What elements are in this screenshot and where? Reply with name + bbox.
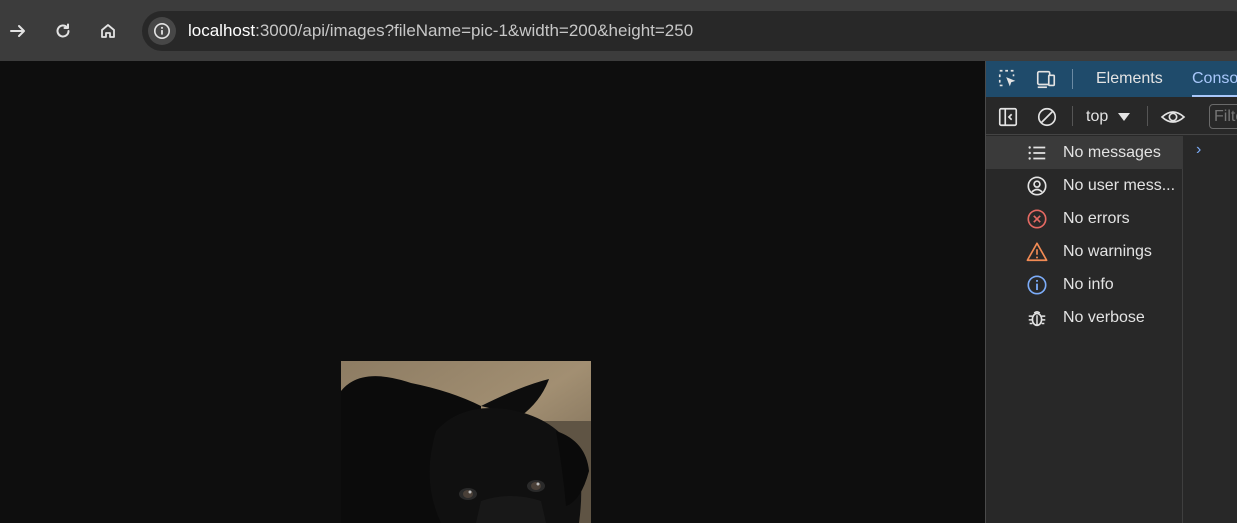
reload-button[interactable] [45, 13, 81, 49]
device-toolbar-button[interactable] [1034, 67, 1058, 91]
live-expression-button[interactable] [1159, 105, 1187, 129]
sidebar-toggle-button[interactable] [996, 105, 1020, 129]
sidebar-icon [998, 107, 1018, 127]
clear-console-button[interactable] [1035, 105, 1059, 129]
url-host: localhost [188, 21, 256, 40]
sidebar-item-label: No warnings [1063, 243, 1152, 260]
browser-toolbar: localhost:3000/api/images?fileName=pic-1… [0, 0, 1237, 61]
dropdown-triangle-icon [1118, 113, 1131, 121]
sidebar-item-user-messages[interactable]: No user mess... [986, 169, 1183, 202]
sidebar-item-label: No errors [1063, 210, 1130, 227]
site-info-button[interactable] [148, 17, 176, 45]
bug-icon [1025, 306, 1049, 330]
console-prompt-icon: › [1196, 141, 1202, 158]
sidebar-item-label: No verbose [1063, 309, 1145, 326]
sidebar-item-warnings[interactable]: No warnings [986, 235, 1183, 268]
tab-elements[interactable]: Elements [1096, 61, 1163, 97]
user-icon [1025, 174, 1049, 198]
inspect-icon [998, 69, 1016, 87]
devtools-panel: Elements Conso top No messages [985, 61, 1237, 523]
tab-console[interactable]: Conso [1192, 61, 1237, 97]
served-image [341, 361, 591, 523]
url-path: :3000/api/images?fileName=pic-1&width=20… [255, 21, 694, 40]
tab-separator [1072, 69, 1073, 89]
info-icon [1025, 273, 1049, 297]
sidebar-item-label: No info [1063, 276, 1114, 293]
warning-icon [1025, 240, 1049, 264]
devtools-tab-bar: Elements Conso [986, 61, 1237, 97]
filter-input[interactable] [1209, 104, 1237, 129]
sidebar-item-label: No user mess... [1063, 177, 1176, 194]
toolbar-separator [1072, 106, 1073, 126]
arrow-right-icon [10, 25, 25, 37]
list-icon [1025, 141, 1049, 165]
eye-icon [1160, 111, 1186, 123]
sidebar-item-messages[interactable]: No messages [986, 136, 1183, 169]
sidebar-item-verbose[interactable]: No verbose [986, 301, 1183, 334]
error-icon [1025, 207, 1049, 231]
console-output[interactable]: › [1184, 136, 1237, 523]
sidebar-item-errors[interactable]: No errors [986, 202, 1183, 235]
context-selector[interactable]: top [1086, 105, 1131, 129]
inspect-element-button[interactable] [996, 67, 1020, 91]
home-icon [101, 24, 115, 38]
device-icon [1036, 70, 1056, 89]
toolbar-separator [1147, 106, 1148, 126]
block-icon [1037, 107, 1057, 127]
console-sidebar: No messages No user mess... No errors No… [986, 136, 1183, 523]
sidebar-item-info[interactable]: No info [986, 268, 1183, 301]
context-label: top [1086, 108, 1109, 125]
reload-icon [56, 23, 70, 38]
page-viewport [0, 61, 985, 523]
console-toolbar: top [986, 97, 1237, 135]
url-text[interactable]: localhost:3000/api/images?fileName=pic-1… [188, 21, 693, 41]
address-bar[interactable]: localhost:3000/api/images?fileName=pic-1… [142, 11, 1237, 51]
home-button[interactable] [90, 13, 126, 49]
sidebar-item-label: No messages [1063, 144, 1161, 161]
forward-button[interactable] [0, 13, 36, 49]
info-icon [153, 22, 171, 40]
